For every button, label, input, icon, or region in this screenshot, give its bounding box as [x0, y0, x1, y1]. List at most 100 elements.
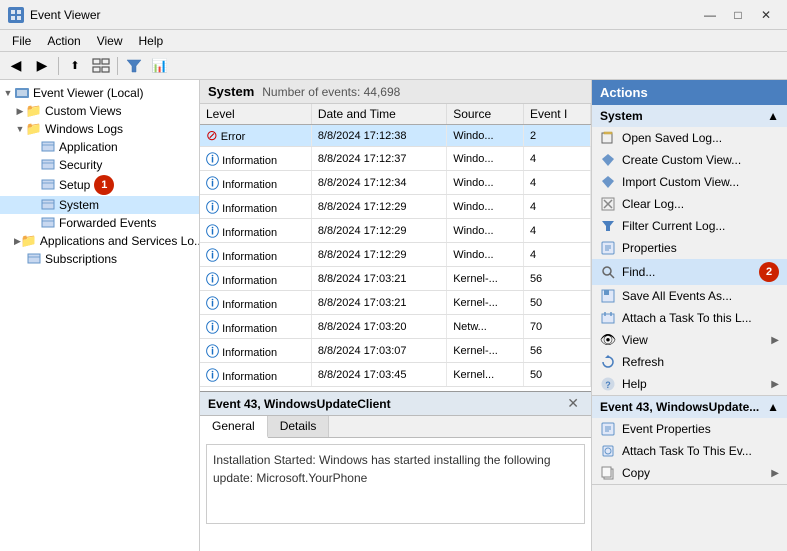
detail-close-button[interactable]: ✕ [563, 395, 583, 412]
menu-action[interactable]: Action [39, 32, 88, 50]
tree-label-windowslogs: Windows Logs [45, 122, 123, 136]
action-attach-task[interactable]: Attach a Task To this L... [592, 307, 787, 329]
tree-item-subscriptions[interactable]: Subscriptions [0, 250, 199, 268]
import-custom-view-icon [600, 174, 616, 190]
step-badge-2: 2 [759, 262, 779, 282]
tree-item-system[interactable]: System [0, 196, 199, 214]
menu-view[interactable]: View [89, 32, 131, 50]
cell-level: ⓘ Information [200, 267, 311, 291]
cell-datetime: 8/8/2024 17:03:45 [311, 363, 446, 387]
log-title: System [208, 84, 254, 99]
action-event-properties[interactable]: Event Properties [592, 418, 787, 440]
close-button[interactable]: ✕ [753, 5, 779, 25]
action-clear-log[interactable]: Clear Log... [592, 193, 787, 215]
toolbar-filter[interactable] [122, 55, 146, 77]
action-open-saved-log[interactable]: Open Saved Log... [592, 127, 787, 149]
toolbar-show[interactable] [89, 55, 113, 77]
action-copy[interactable]: Copy ▶ [592, 462, 787, 484]
table-row[interactable]: ⓘ Information8/8/2024 17:12:37Windo...4 [200, 147, 591, 171]
tree-item-forwardedevents[interactable]: Forwarded Events [0, 214, 199, 232]
action-filter-current-log[interactable]: Filter Current Log... [592, 215, 787, 237]
toolbar-up[interactable]: ⬆ [63, 55, 87, 77]
tree-label-application: Application [59, 140, 118, 154]
cell-eventid: 4 [523, 219, 590, 243]
menu-help[interactable]: Help [131, 32, 172, 50]
icon-forwardedevents [40, 215, 56, 231]
info-icon: ⓘ [206, 320, 219, 335]
tree-item-appservices[interactable]: ▶ 📁 Applications and Services Lo... [0, 232, 199, 250]
col-datetime[interactable]: Date and Time [311, 104, 446, 125]
tree-item-setup[interactable]: Setup 1 [0, 174, 199, 196]
table-row[interactable]: ⓘ Information8/8/2024 17:12:29Windo...4 [200, 195, 591, 219]
action-refresh[interactable]: Refresh [592, 351, 787, 373]
toolbar-separator-2 [117, 57, 118, 75]
toolbar-forward[interactable]: ▶ [30, 55, 54, 77]
tree-item-local[interactable]: ▼ Event Viewer (Local) [0, 84, 199, 102]
menu-file[interactable]: File [4, 32, 39, 50]
toolbar: ◀ ▶ ⬆ 📊 [0, 52, 787, 80]
import-custom-view-label: Import Custom View... [622, 175, 779, 189]
copy-label: Copy [622, 466, 765, 480]
view-icon: 👁 [600, 332, 616, 348]
window-title: Event Viewer [30, 8, 100, 22]
action-create-custom-view[interactable]: Create Custom View... [592, 149, 787, 171]
info-icon: ⓘ [206, 344, 219, 359]
col-source[interactable]: Source [447, 104, 524, 125]
table-row[interactable]: ⊘ Error8/8/2024 17:12:38Windo...2 [200, 125, 591, 147]
maximize-button[interactable]: □ [725, 5, 751, 25]
minimize-button[interactable]: — [697, 5, 723, 25]
cell-datetime: 8/8/2024 17:12:37 [311, 147, 446, 171]
table-row[interactable]: ⓘ Information8/8/2024 17:03:21Kernel-...… [200, 267, 591, 291]
tree-item-security[interactable]: Security [0, 156, 199, 174]
action-save-all-events[interactable]: Save All Events As... [592, 285, 787, 307]
find-icon [600, 264, 616, 280]
cell-eventid: 56 [523, 339, 590, 363]
cell-eventid: 4 [523, 171, 590, 195]
clear-log-icon [600, 196, 616, 212]
refresh-label: Refresh [622, 355, 779, 369]
cell-eventid: 4 [523, 195, 590, 219]
action-find[interactable]: Find... 2 [592, 259, 787, 285]
col-eventid[interactable]: Event I [523, 104, 590, 125]
cell-source: Kernel... [447, 363, 524, 387]
table-row[interactable]: ⓘ Information8/8/2024 17:03:07Kernel-...… [200, 339, 591, 363]
table-row[interactable]: ⓘ Information8/8/2024 17:03:21Kernel-...… [200, 291, 591, 315]
tree-item-application[interactable]: Application [0, 138, 199, 156]
table-row[interactable]: ⓘ Information8/8/2024 17:03:20Netw...70 [200, 315, 591, 339]
action-view[interactable]: 👁 View ▶ [592, 329, 787, 351]
table-row[interactable]: ⓘ Information8/8/2024 17:12:29Windo...4 [200, 243, 591, 267]
action-import-custom-view[interactable]: Import Custom View... [592, 171, 787, 193]
info-icon: ⓘ [206, 296, 219, 311]
col-level[interactable]: Level [200, 104, 311, 125]
action-attach-task-event[interactable]: Attach Task To This Ev... [592, 440, 787, 462]
toolbar-properties[interactable]: 📊 [148, 55, 172, 77]
tab-details[interactable]: Details [268, 416, 330, 437]
tree-item-customviews[interactable]: ▶ 📁 Custom Views [0, 102, 199, 120]
action-help[interactable]: ? Help ▶ [592, 373, 787, 395]
tree-item-windowslogs[interactable]: ▼ 📁 Windows Logs [0, 120, 199, 138]
action-properties[interactable]: Properties [592, 237, 787, 259]
attach-task-event-label: Attach Task To This Ev... [622, 444, 779, 458]
filter-label: Filter Current Log... [622, 219, 779, 233]
table-row[interactable]: ⓘ Information8/8/2024 17:03:45Kernel...5… [200, 363, 591, 387]
actions-section-system: System ▲ Open Saved Log... Create Custom… [592, 105, 787, 396]
tree-label-forwardedevents: Forwarded Events [59, 216, 156, 230]
actions-section-event43: Event 43, WindowsUpdate... ▲ Event Prope… [592, 396, 787, 485]
help-icon: ? [600, 376, 616, 392]
step-badge-1: 1 [94, 175, 114, 195]
tab-general[interactable]: General [200, 416, 268, 438]
events-table-container[interactable]: Level Date and Time Source Event I ⊘ Err… [200, 104, 591, 391]
cell-datetime: 8/8/2024 17:03:07 [311, 339, 446, 363]
toolbar-back[interactable]: ◀ [4, 55, 28, 77]
attach-task-label: Attach a Task To this L... [622, 311, 779, 325]
cell-eventid: 50 [523, 291, 590, 315]
view-arrow: ▶ [771, 335, 779, 346]
table-row[interactable]: ⓘ Information8/8/2024 17:12:29Windo...4 [200, 219, 591, 243]
cell-eventid: 56 [523, 267, 590, 291]
system-section-arrow: ▲ [767, 109, 779, 123]
window-controls: — □ ✕ [697, 5, 779, 25]
properties-label: Properties [622, 241, 779, 255]
table-row[interactable]: ⓘ Information8/8/2024 17:12:34Windo...4 [200, 171, 591, 195]
tree-label-system: System [59, 198, 99, 212]
cell-level: ⊘ Error [200, 125, 311, 147]
